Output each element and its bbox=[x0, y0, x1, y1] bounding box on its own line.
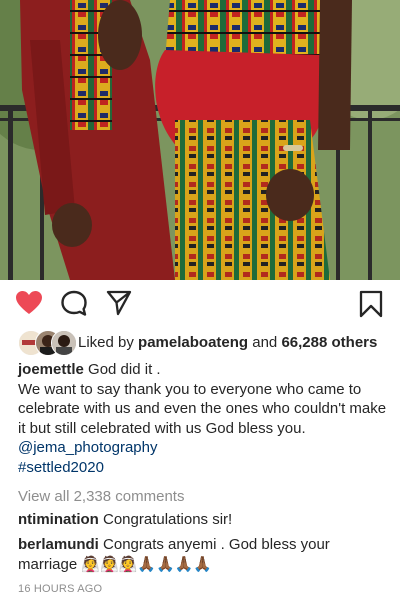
avatar bbox=[51, 330, 77, 356]
send-icon[interactable] bbox=[106, 290, 132, 321]
caption-first-line-text: God did it . bbox=[83, 361, 161, 378]
comment-text: Congratulations sir! bbox=[98, 511, 233, 528]
couple-kente-photo bbox=[0, 0, 400, 280]
caption-mention[interactable]: @jema_photography bbox=[18, 438, 388, 458]
comment-username[interactable]: berlamundi bbox=[18, 536, 99, 553]
comment: berlamundi Congrats anyemi . God bless y… bbox=[18, 535, 390, 575]
view-all-comments-link[interactable]: View all 2,338 comments bbox=[18, 488, 184, 505]
heart-icon[interactable] bbox=[15, 290, 43, 321]
likes-summary: Liked by pamelaboateng and 66,288 others bbox=[78, 333, 377, 353]
bookmark-icon[interactable] bbox=[359, 290, 383, 323]
likes-connector: and bbox=[248, 334, 282, 351]
caption-hashtag[interactable]: #settled2020 bbox=[18, 458, 388, 478]
comment: ntimination Congratulations sir! bbox=[18, 510, 390, 530]
caption-first-line: joemettle God did it . bbox=[18, 360, 388, 380]
caption-body: We want to say thank you to everyone who… bbox=[18, 380, 387, 437]
likes-row[interactable]: Liked by pamelaboateng and 66,288 others bbox=[18, 330, 377, 356]
comment-icon[interactable] bbox=[60, 290, 88, 322]
action-bar bbox=[0, 282, 400, 328]
post-timestamp: 16 HOURS AGO bbox=[18, 583, 103, 595]
post-caption: joemettle God did it . We want to say th… bbox=[18, 360, 388, 477]
likes-count[interactable]: 66,288 others bbox=[281, 334, 377, 351]
post-photo[interactable] bbox=[0, 0, 400, 280]
liker-username[interactable]: pamelaboateng bbox=[138, 334, 248, 351]
liker-avatars bbox=[18, 330, 77, 356]
comment-username[interactable]: ntimination bbox=[18, 511, 99, 528]
likes-prefix: Liked by bbox=[78, 334, 139, 351]
caption-username[interactable]: joemettle bbox=[18, 361, 84, 378]
